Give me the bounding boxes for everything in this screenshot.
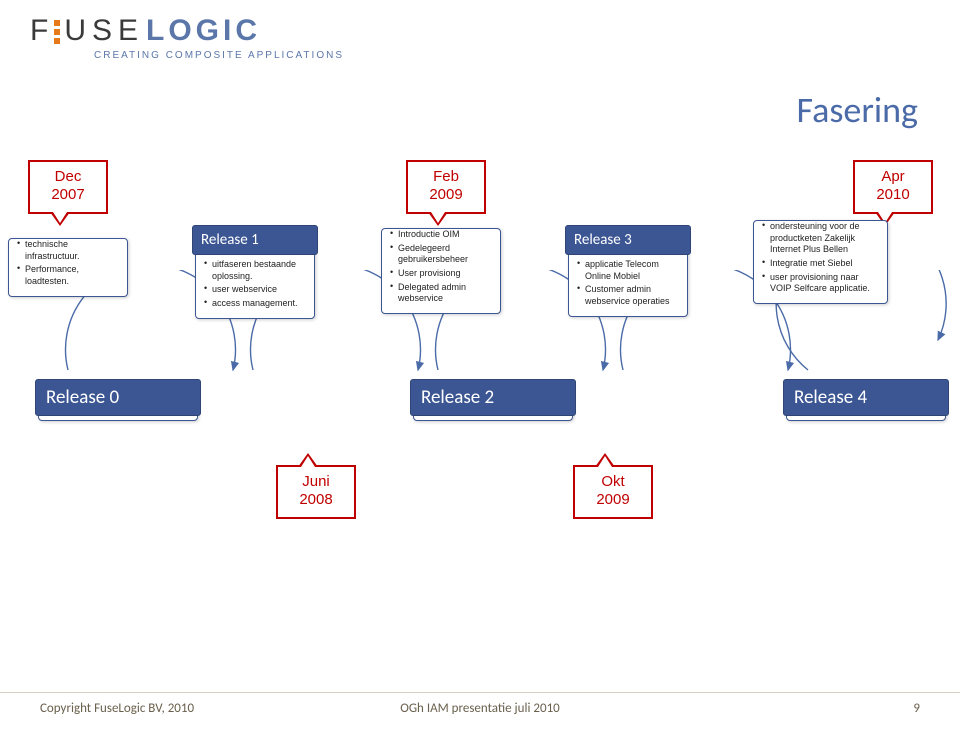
stage-item: user provisioning naar VOIP Selfcare app… bbox=[762, 272, 879, 295]
logo: F USE LOGIC CREATING COMPOSITE APPLICATI… bbox=[30, 14, 344, 61]
callout-juni-2008: Juni 2008 bbox=[276, 465, 356, 519]
stage-items: technische infrastructuur. Performance, … bbox=[13, 239, 123, 288]
callout-line1: Dec bbox=[36, 168, 100, 186]
callout-line1: Apr bbox=[861, 168, 925, 186]
phasing-diagram: Dec 2007 Feb 2009 Apr 2010 technische in… bbox=[8, 170, 952, 600]
stage-item: technische infrastructuur. bbox=[17, 239, 119, 262]
callout-dec-2007: Dec 2007 bbox=[28, 160, 108, 214]
stage-r4-label: Release 4 bbox=[786, 382, 946, 421]
footer-presentation-title: OGh IAM presentatie juli 2010 bbox=[400, 701, 560, 716]
logo-tagline: CREATING COMPOSITE APPLICATIONS bbox=[94, 50, 344, 61]
footer: Copyright FuseLogic BV, 2010 OGh IAM pre… bbox=[0, 692, 960, 730]
stage-r2-details: Introductie OIM Gedelegeerd gebruikersbe… bbox=[381, 228, 501, 314]
stage-item: ondersteuning voor de productketen Zakel… bbox=[762, 221, 879, 256]
stage-items: Introductie OIM Gedelegeerd gebruikersbe… bbox=[386, 229, 496, 305]
callout-feb-2009: Feb 2009 bbox=[406, 160, 486, 214]
stage-r0-details: technische infrastructuur. Performance, … bbox=[8, 238, 128, 297]
logo-logic: LOGIC bbox=[146, 14, 261, 48]
stage-item: Delegated admin webservice bbox=[390, 282, 492, 305]
callout-apr-2010: Apr 2010 bbox=[853, 160, 933, 214]
stage-r1: Release 1 uitfaseren bestaande oplossing… bbox=[195, 228, 315, 319]
stage-item: access management. bbox=[204, 298, 306, 310]
callout-line1: Okt bbox=[581, 473, 645, 491]
stage-items: applicatie Telecom Online Mobiel Custome… bbox=[573, 259, 683, 308]
stage-r0-label: Release 0 bbox=[38, 382, 198, 421]
callout-line2: 2008 bbox=[284, 491, 348, 509]
footer-copyright: Copyright FuseLogic BV, 2010 bbox=[40, 701, 194, 716]
stage-item: Performance, loadtesten. bbox=[17, 264, 119, 287]
stage-title: Release 0 bbox=[35, 379, 201, 416]
stage-item: Customer admin webservice operaties bbox=[577, 284, 679, 307]
callout-line2: 2009 bbox=[414, 186, 478, 204]
stage-title: Release 1 bbox=[192, 225, 318, 255]
stage-title: Release 4 bbox=[783, 379, 949, 416]
callout-okt-2009: Okt 2009 bbox=[573, 465, 653, 519]
stage-r3: Release 3 applicatie Telecom Online Mobi… bbox=[568, 228, 688, 317]
stage-r4-details: ondersteuning voor de productketen Zakel… bbox=[753, 220, 888, 304]
stage-item: Introductie OIM bbox=[390, 229, 492, 241]
stage-title: Release 2 bbox=[410, 379, 576, 416]
callout-line2: 2010 bbox=[861, 186, 925, 204]
callout-line1: Juni bbox=[284, 473, 348, 491]
stage-items: ondersteuning voor de productketen Zakel… bbox=[758, 221, 883, 295]
stage-item: uitfaseren bestaande oplossing. bbox=[204, 259, 306, 282]
slide: F USE LOGIC CREATING COMPOSITE APPLICATI… bbox=[0, 0, 960, 730]
stage-items: uitfaseren bestaande oplossing. user web… bbox=[200, 259, 310, 310]
logo-dots-icon bbox=[54, 20, 60, 44]
logo-fuse: F USE bbox=[30, 14, 144, 48]
stage-item: Integratie met Siebel bbox=[762, 258, 879, 270]
stage-title: Release 3 bbox=[565, 225, 691, 255]
stage-item: applicatie Telecom Online Mobiel bbox=[577, 259, 679, 282]
stage-item: User provisiong bbox=[390, 268, 492, 280]
stage-r2-label: Release 2 bbox=[413, 382, 573, 421]
callout-line2: 2007 bbox=[36, 186, 100, 204]
page-title: Fasering bbox=[797, 88, 918, 132]
callout-line2: 2009 bbox=[581, 491, 645, 509]
callout-line1: Feb bbox=[414, 168, 478, 186]
stage-item: Gedelegeerd gebruikersbeheer bbox=[390, 243, 492, 266]
footer-page-number: 9 bbox=[913, 701, 920, 716]
stage-item: user webservice bbox=[204, 284, 306, 296]
